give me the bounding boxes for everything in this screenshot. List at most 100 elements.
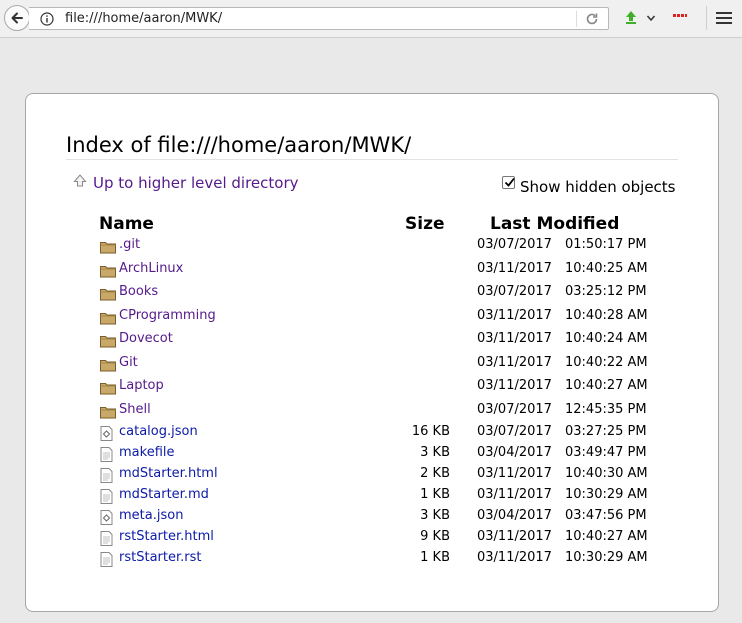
chevron-down-icon[interactable] [646, 13, 656, 23]
file-name-link[interactable]: rstStarter.html [119, 529, 214, 544]
table-row: rstStarter.html 9 KB 03/11/2017 10:40:27 AM [26, 528, 720, 549]
file-size: 16 KB [411, 424, 450, 439]
reload-icon[interactable] [584, 11, 600, 27]
page-title: Index of file:///home/aaron/MWK/ [66, 133, 412, 157]
url-text[interactable]: file:///home/aaron/MWK/ [65, 11, 222, 26]
table-row: CProgramming 03/11/2017 10:40:28 AM [26, 307, 720, 328]
table-row: mdStarter.md 1 KB 03/11/2017 10:30:29 AM [26, 486, 720, 507]
up-directory-icon[interactable] [73, 174, 87, 188]
modified-date: 03/11/2017 [477, 378, 552, 393]
file-size: 3 KB [420, 445, 450, 460]
modified-time: 03:47:56 PM [565, 508, 647, 523]
modified-time: 12:45:35 PM [565, 402, 647, 417]
table-row: rstStarter.rst 1 KB 03/11/2017 10:30:29 AM [26, 549, 720, 570]
modified-time: 10:40:24 AM [565, 331, 648, 346]
file-name-link[interactable]: meta.json [119, 508, 183, 523]
sync-arrow-icon[interactable] [623, 10, 639, 26]
up-directory-link[interactable]: Up to higher level directory [93, 174, 299, 192]
back-arrow-icon [11, 12, 23, 24]
modified-date: 03/11/2017 [477, 487, 552, 502]
table-row: catalog.json 16 KB 03/07/2017 03:27:25 PM [26, 423, 720, 444]
modified-date: 03/11/2017 [477, 355, 552, 370]
file-name-link[interactable]: mdStarter.md [119, 487, 209, 502]
back-button[interactable] [4, 5, 30, 31]
modified-date: 03/07/2017 [477, 284, 552, 299]
table-row: Shell 03/07/2017 12:45:35 PM [26, 401, 720, 422]
table-row: Dovecot 03/11/2017 10:40:24 AM [26, 330, 720, 351]
table-row: ArchLinux 03/11/2017 10:40:25 AM [26, 260, 720, 281]
modified-date: 03/11/2017 [477, 331, 552, 346]
file-name-link[interactable]: CProgramming [119, 308, 216, 323]
modified-date: 03/11/2017 [477, 308, 552, 323]
table-row: mdStarter.html 2 KB 03/11/2017 10:40:30 AM [26, 465, 720, 486]
folder-icon [100, 404, 116, 423]
file-size: 3 KB [420, 508, 450, 523]
modified-date: 03/04/2017 [477, 445, 552, 460]
column-header-modified[interactable]: Last Modified [490, 214, 619, 234]
json-file-icon [100, 510, 113, 529]
file-name-link[interactable]: mdStarter.html [119, 466, 218, 481]
file-name-link[interactable]: Shell [119, 402, 151, 417]
directory-listing: Index of file:///home/aaron/MWK/ Up to h… [25, 93, 719, 612]
file-name-link[interactable]: rstStarter.rst [119, 550, 201, 565]
folder-icon [100, 333, 116, 352]
file-icon [100, 489, 113, 508]
table-row: Git 03/11/2017 10:40:22 AM [26, 354, 720, 375]
modified-time: 10:40:28 AM [565, 308, 648, 323]
folder-icon [100, 380, 116, 399]
modified-date: 03/11/2017 [477, 466, 552, 481]
url-bar[interactable]: file:///home/aaron/MWK/ [29, 7, 609, 30]
table-row: meta.json 3 KB 03/04/2017 03:47:56 PM [26, 507, 720, 528]
modified-date: 03/07/2017 [477, 237, 552, 252]
table-row: Laptop 03/11/2017 10:40:27 AM [26, 377, 720, 398]
site-info-icon[interactable] [40, 12, 54, 26]
folder-icon [100, 310, 116, 329]
modified-date: 03/07/2017 [477, 424, 552, 439]
hamburger-menu-icon[interactable] [716, 11, 732, 25]
folder-icon [100, 239, 116, 258]
file-icon [100, 552, 113, 571]
modified-time: 10:30:29 AM [565, 550, 648, 565]
file-icon [100, 468, 113, 487]
file-size: 1 KB [420, 550, 450, 565]
modified-date: 03/11/2017 [477, 550, 552, 565]
file-name-link[interactable]: Dovecot [119, 331, 173, 346]
modified-date: 03/07/2017 [477, 402, 552, 417]
toolbar-divider [706, 6, 707, 30]
folder-icon [100, 263, 116, 282]
modified-time: 10:40:22 AM [565, 355, 648, 370]
browser-toolbar: file:///home/aaron/MWK/ [0, 0, 742, 38]
file-name-link[interactable]: ArchLinux [119, 261, 183, 276]
file-name-link[interactable]: Git [119, 355, 138, 370]
table-row: .git 03/07/2017 01:50:17 PM [26, 236, 720, 257]
modified-time: 10:30:29 AM [565, 487, 648, 502]
file-name-link[interactable]: .git [119, 237, 140, 252]
json-file-icon [100, 426, 113, 445]
file-name-link[interactable]: makefile [119, 445, 175, 460]
modified-time: 03:49:47 PM [565, 445, 647, 460]
file-size: 1 KB [420, 487, 450, 502]
modified-date: 03/11/2017 [477, 529, 552, 544]
modified-time: 10:40:30 AM [565, 466, 648, 481]
file-name-link[interactable]: Laptop [119, 378, 164, 393]
show-hidden-checkbox[interactable] [502, 176, 515, 189]
folder-icon [100, 286, 116, 305]
checkmark-icon [504, 177, 515, 187]
modified-date: 03/11/2017 [477, 261, 552, 276]
url-divider [576, 11, 577, 27]
modified-time: 10:40:27 AM [565, 378, 648, 393]
file-name-link[interactable]: catalog.json [119, 424, 198, 439]
modified-time: 03:27:25 PM [565, 424, 647, 439]
folder-icon [100, 357, 116, 376]
extension-icon[interactable] [673, 13, 687, 19]
table-row: Books 03/07/2017 03:25:12 PM [26, 283, 720, 304]
column-header-size[interactable]: Size [405, 214, 445, 234]
title-divider [66, 159, 678, 160]
file-name-link[interactable]: Books [119, 284, 158, 299]
modified-date: 03/04/2017 [477, 508, 552, 523]
show-hidden-label[interactable]: Show hidden objects [520, 178, 676, 196]
column-header-name[interactable]: Name [99, 214, 154, 234]
file-icon [100, 531, 113, 550]
modified-time: 10:40:25 AM [565, 261, 648, 276]
modified-time: 01:50:17 PM [565, 237, 647, 252]
